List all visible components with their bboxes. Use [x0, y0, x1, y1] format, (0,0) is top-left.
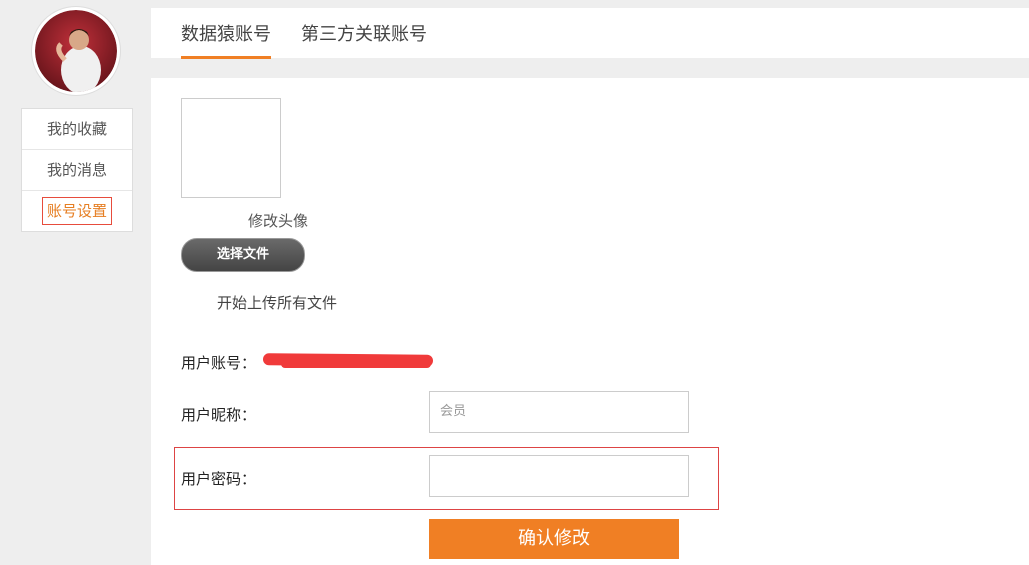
confirm-change-button[interactable]: 确认修改: [429, 519, 679, 559]
upload-all-link[interactable]: 开始上传所有文件: [217, 292, 337, 313]
change-avatar-label: 修改头像: [248, 212, 309, 230]
tab-third-party-accounts[interactable]: 第三方关联账号: [301, 20, 427, 56]
tab-bar: 数据猿账号 第三方关联账号: [151, 8, 1029, 59]
redaction-mark: [281, 360, 431, 368]
account-settings-panel: 修改头像 选择文件 开始上传所有文件 用户账号： 用户昵称： 会员 用户密码： …: [151, 78, 1029, 565]
sidebar-item-favorites[interactable]: 我的收藏: [22, 109, 132, 150]
nickname-input[interactable]: 会员: [429, 391, 689, 433]
sidebar-item-account-settings[interactable]: 账号设置: [22, 191, 132, 231]
password-label: 用户密码：: [181, 470, 257, 488]
avatar-preview: [181, 98, 281, 198]
account-label: 用户账号：: [181, 354, 257, 372]
tab-site-account[interactable]: 数据猿账号: [181, 20, 271, 59]
choose-file-button[interactable]: 选择文件: [181, 238, 305, 272]
sidebar-item-label: 账号设置: [41, 197, 112, 225]
sidebar-item-label: 我的消息: [46, 161, 107, 179]
sidebar-menu: 我的收藏 我的消息 账号设置: [21, 108, 133, 232]
user-avatar: [35, 10, 117, 92]
avatar-photo: [35, 10, 117, 92]
sidebar-item-label: 我的收藏: [46, 120, 107, 138]
nickname-label: 用户昵称：: [181, 406, 257, 424]
password-input[interactable]: [429, 455, 689, 497]
sidebar-item-messages[interactable]: 我的消息: [22, 150, 132, 191]
